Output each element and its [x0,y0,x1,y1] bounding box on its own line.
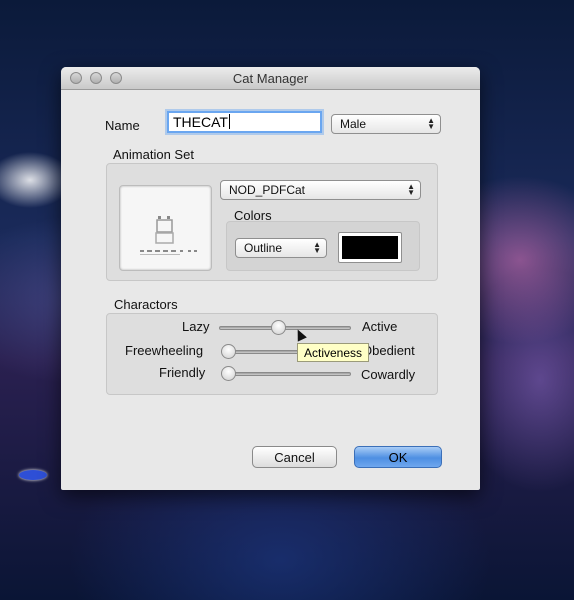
cancel-button[interactable]: Cancel [252,446,337,468]
color-swatch[interactable] [338,232,402,263]
name-label: Name [105,118,140,133]
cat-sprite-icon [140,216,197,255]
slider-cowardly-label: Cowardly [361,367,416,382]
slider-friendly-label: Friendly [159,365,206,380]
slider-lazy-label: Lazy [182,319,210,334]
window-title: Cat Manager [232,71,309,86]
characters-label: Charactors [114,297,178,312]
cat-manager-window: Cat Manager Name THECAT Male ▲ ▼ Animatio… [61,67,480,490]
colors-label: Colors [234,208,272,223]
activeness-tooltip: Activeness [297,343,370,362]
animation-set-select-value: NOD_PDFCat [229,183,306,197]
color-swatch-fill [342,236,398,259]
chevron-updown-icon: ▲ ▼ [313,240,321,255]
cat-preview-image [119,185,212,271]
color-mode-select-value: Outline [244,241,283,255]
gender-select[interactable]: Male ▲ ▼ [331,114,441,134]
courage-slider-knob[interactable] [221,366,236,381]
dock-indicator [19,470,47,480]
titlebar: Cat Manager [61,67,480,90]
obedience-slider-knob[interactable] [221,344,236,359]
courage-slider-track[interactable] [226,372,351,376]
slider-freewheeling-label: Freewheeling [125,343,204,358]
chevron-updown-icon: ▲ ▼ [427,116,435,131]
chevron-updown-icon: ▲ ▼ [407,182,415,197]
color-mode-select[interactable]: Outline ▲ ▼ [235,238,327,258]
animation-set-label: Animation Set [113,147,194,162]
animation-set-select[interactable]: NOD_PDFCat ▲ ▼ [220,180,421,200]
gender-select-value: Male [340,117,367,131]
name-input[interactable]: THECAT [167,111,322,133]
slider-active-label: Active [362,319,398,334]
slider-obedient-label: Obedient [362,343,415,358]
ok-button[interactable]: OK [354,446,442,468]
